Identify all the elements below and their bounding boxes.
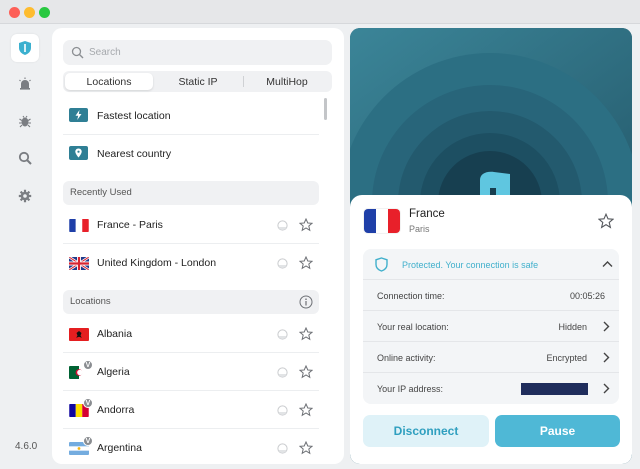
server-load-icon [277, 329, 288, 340]
window-titlebar [0, 0, 640, 24]
server-load-icon [277, 258, 288, 269]
pause-button[interactable]: Pause [495, 415, 620, 447]
connection-status-box: Protected. Your connection is safe Conne… [363, 249, 619, 404]
favorite-star-icon[interactable] [299, 256, 313, 270]
server-load-icon [277, 405, 288, 416]
app-version: 4.6.0 [15, 441, 38, 452]
gear-icon [18, 189, 32, 203]
chevron-up-icon [602, 261, 613, 267]
ip-address-label: Your IP address: [377, 384, 444, 394]
protection-status-text: Protected. Your connection is safe [402, 260, 539, 270]
recently-used-title: Recently Used [70, 187, 132, 198]
flag-albania [69, 328, 89, 341]
virtual-location-badge: V [83, 436, 93, 446]
list-item-united-kingdom-london[interactable]: United Kingdom - London [63, 244, 319, 282]
ip-address-row[interactable]: Your IP address: [363, 372, 619, 403]
list-item-label: France - Paris [97, 219, 163, 231]
shield-icon [19, 41, 31, 55]
search-box [63, 40, 332, 65]
bolt-icon [69, 108, 88, 122]
rail-alert-button[interactable] [11, 70, 39, 98]
online-activity-row[interactable]: Online activity: Encrypted [363, 341, 619, 372]
flag-france [69, 219, 89, 232]
real-location-value: Hidden [558, 322, 587, 332]
search-input[interactable] [89, 43, 319, 62]
recently-used-header: Recently Used [63, 181, 319, 205]
flag-france [364, 209, 400, 233]
rail-search-alert-button[interactable] [11, 144, 39, 172]
real-location-row[interactable]: Your real location: Hidden [363, 310, 619, 341]
bug-icon [19, 115, 31, 128]
favorite-star-icon[interactable] [299, 327, 313, 341]
fastest-location-label: Fastest location [97, 110, 171, 122]
chevron-right-icon [603, 321, 610, 332]
locations-title: Locations [70, 296, 111, 307]
search-icon [71, 46, 84, 59]
scrollbar-thumb[interactable] [324, 98, 327, 120]
rail-vpn-button[interactable] [11, 34, 39, 62]
nearest-country-label: Nearest country [97, 148, 172, 160]
server-load-icon [277, 220, 288, 231]
window-minimize-button[interactable] [24, 7, 35, 18]
chevron-right-icon [603, 383, 610, 394]
connection-time-row: Connection time: 00:05:26 [363, 279, 619, 310]
chevron-right-icon [603, 352, 610, 363]
favorite-star-icon[interactable] [299, 365, 313, 379]
connection-time-value: 00:05:26 [569, 291, 605, 301]
ip-address-redacted [521, 383, 588, 395]
favorite-star-icon[interactable] [299, 441, 313, 455]
list-item-label: Albania [97, 328, 133, 340]
list-item-france-paris[interactable]: France - Paris [63, 206, 319, 244]
flag-united-kingdom [69, 257, 89, 270]
list-item-label: Andorra [97, 404, 135, 416]
rail-antivirus-button[interactable] [11, 107, 39, 135]
server-load-icon [277, 367, 288, 378]
tab-multihop[interactable]: MultiHop [243, 73, 331, 90]
list-item-label: Algeria [97, 366, 130, 378]
connection-time-label: Connection time: [377, 291, 445, 301]
list-item-argentina[interactable]: V Argentina [63, 429, 319, 464]
fastest-location-item[interactable]: Fastest location [63, 97, 319, 135]
connected-country: France [409, 208, 445, 220]
virtual-location-badge: V [83, 398, 93, 408]
alert-icon [19, 77, 31, 90]
locations-header: Locations [63, 290, 319, 314]
window-close-button[interactable] [9, 7, 20, 18]
server-load-icon [277, 443, 288, 454]
virtual-location-badge: V [83, 360, 93, 370]
search-zoom-icon [18, 151, 32, 165]
disconnect-button[interactable]: Disconnect [363, 415, 489, 447]
info-icon[interactable] [299, 295, 313, 309]
tab-locations[interactable]: Locations [65, 73, 153, 90]
sidebar-rail: 4.6.0 [4, 28, 46, 464]
status-header[interactable]: Protected. Your connection is safe [363, 249, 619, 279]
connection-card: France Paris Protected. Your connection … [350, 195, 632, 464]
list-item-albania[interactable]: Albania [63, 315, 319, 353]
location-list-panel: Locations Static IP MultiHop Fastest loc… [52, 28, 344, 464]
favorite-star-icon[interactable] [299, 218, 313, 232]
list-item-label: United Kingdom - London [97, 257, 217, 269]
window-zoom-button[interactable] [39, 7, 50, 18]
favorite-star-icon[interactable] [299, 403, 313, 417]
nearest-country-item[interactable]: Nearest country [63, 135, 319, 173]
online-activity-label: Online activity: [377, 353, 436, 363]
online-activity-value: Encrypted [546, 353, 587, 363]
tab-static-ip[interactable]: Static IP [153, 73, 243, 90]
favorite-star-icon[interactable] [598, 213, 614, 229]
rail-settings-button[interactable] [11, 182, 39, 210]
location-tabs: Locations Static IP MultiHop [63, 71, 332, 92]
pin-icon [69, 146, 88, 160]
shield-icon [375, 257, 388, 272]
connection-panel: France Paris Protected. Your connection … [350, 28, 632, 464]
list-item-label: Argentina [97, 442, 142, 454]
connected-city: Paris [409, 224, 430, 234]
list-item-algeria[interactable]: V Algeria [63, 353, 319, 391]
real-location-label: Your real location: [377, 322, 449, 332]
list-item-andorra[interactable]: V Andorra [63, 391, 319, 429]
